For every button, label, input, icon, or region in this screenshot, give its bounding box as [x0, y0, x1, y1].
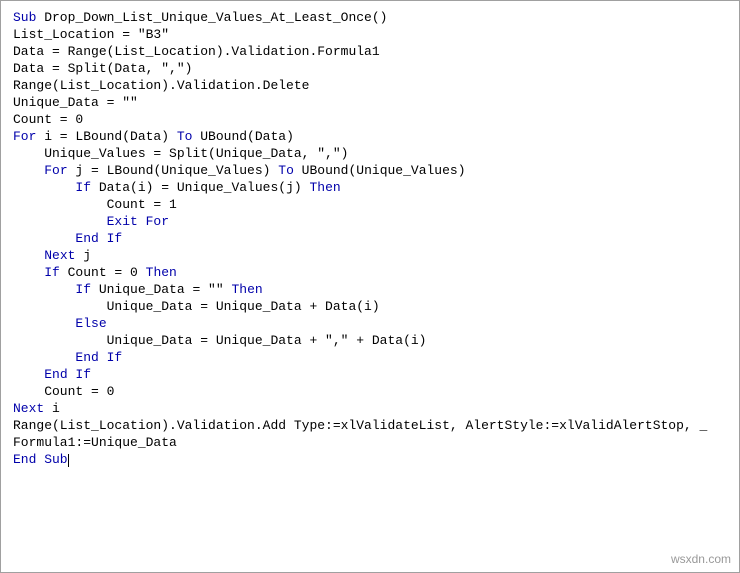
- code-editor[interactable]: Sub Drop_Down_List_Unique_Values_At_Leas…: [13, 9, 727, 468]
- keyword: Next: [44, 248, 75, 263]
- code-line: For i = LBound(Data) To UBound(Data): [13, 128, 727, 145]
- code-line: Range(List_Location).Validation.Add Type…: [13, 417, 727, 434]
- code-line: End If: [13, 230, 727, 247]
- keyword: Exit For: [107, 214, 169, 229]
- keyword: Next: [13, 401, 44, 416]
- keyword: For: [44, 163, 67, 178]
- code-text: [13, 350, 75, 365]
- code-text: Drop_Down_List_Unique_Values_At_Least_On…: [36, 10, 387, 25]
- text-cursor: [68, 454, 69, 467]
- code-text: i = LBound(Data): [36, 129, 176, 144]
- keyword: End If: [75, 231, 122, 246]
- code-text: [13, 282, 75, 297]
- code-text: [13, 367, 44, 382]
- keyword: To: [177, 129, 193, 144]
- keyword: End If: [75, 350, 122, 365]
- keyword: To: [278, 163, 294, 178]
- code-text: Unique_Data = "": [91, 282, 231, 297]
- code-text: [13, 214, 107, 229]
- keyword: If: [75, 282, 91, 297]
- keyword: Then: [309, 180, 340, 195]
- code-text: j = LBound(Unique_Values): [68, 163, 279, 178]
- code-line: Exit For: [13, 213, 727, 230]
- code-line: Count = 0: [13, 383, 727, 400]
- code-text: j: [75, 248, 91, 263]
- code-line: Range(List_Location).Validation.Delete: [13, 77, 727, 94]
- code-line: Next i: [13, 400, 727, 417]
- code-text: Data(i) = Unique_Values(j): [91, 180, 309, 195]
- code-text: [13, 248, 44, 263]
- keyword: End Sub: [13, 452, 68, 467]
- code-line: Formula1:=Unique_Data: [13, 434, 727, 451]
- keyword: Sub: [13, 10, 36, 25]
- code-line: If Data(i) = Unique_Values(j) Then: [13, 179, 727, 196]
- code-text: [13, 163, 44, 178]
- code-line: For j = LBound(Unique_Values) To UBound(…: [13, 162, 727, 179]
- code-line: If Count = 0 Then: [13, 264, 727, 281]
- keyword: If: [75, 180, 91, 195]
- keyword: If: [44, 265, 60, 280]
- code-text: UBound(Data): [192, 129, 293, 144]
- keyword: End If: [44, 367, 91, 382]
- code-line: Count = 1: [13, 196, 727, 213]
- keyword: Else: [75, 316, 106, 331]
- code-line: End If: [13, 349, 727, 366]
- keyword: Then: [146, 265, 177, 280]
- code-text: [13, 231, 75, 246]
- watermark-text: wsxdn.com: [671, 552, 731, 566]
- code-text: [13, 180, 75, 195]
- code-text: UBound(Unique_Values): [294, 163, 466, 178]
- code-line: End If: [13, 366, 727, 383]
- code-line: Else: [13, 315, 727, 332]
- code-text: [13, 316, 75, 331]
- code-line: If Unique_Data = "" Then: [13, 281, 727, 298]
- code-text: [13, 265, 44, 280]
- code-line: List_Location = "B3": [13, 26, 727, 43]
- code-line: Count = 0: [13, 111, 727, 128]
- code-line: Sub Drop_Down_List_Unique_Values_At_Leas…: [13, 9, 727, 26]
- code-line: Data = Split(Data, ","): [13, 60, 727, 77]
- keyword: For: [13, 129, 36, 144]
- code-line: Unique_Values = Split(Unique_Data, ","): [13, 145, 727, 162]
- code-line: Data = Range(List_Location).Validation.F…: [13, 43, 727, 60]
- code-line: Next j: [13, 247, 727, 264]
- code-line: Unique_Data = Unique_Data + Data(i): [13, 298, 727, 315]
- code-text: i: [44, 401, 60, 416]
- code-line: Unique_Data = Unique_Data + "," + Data(i…: [13, 332, 727, 349]
- code-line: End Sub: [13, 451, 727, 468]
- keyword: Then: [231, 282, 262, 297]
- code-line: Unique_Data = "": [13, 94, 727, 111]
- code-text: Count = 0: [60, 265, 146, 280]
